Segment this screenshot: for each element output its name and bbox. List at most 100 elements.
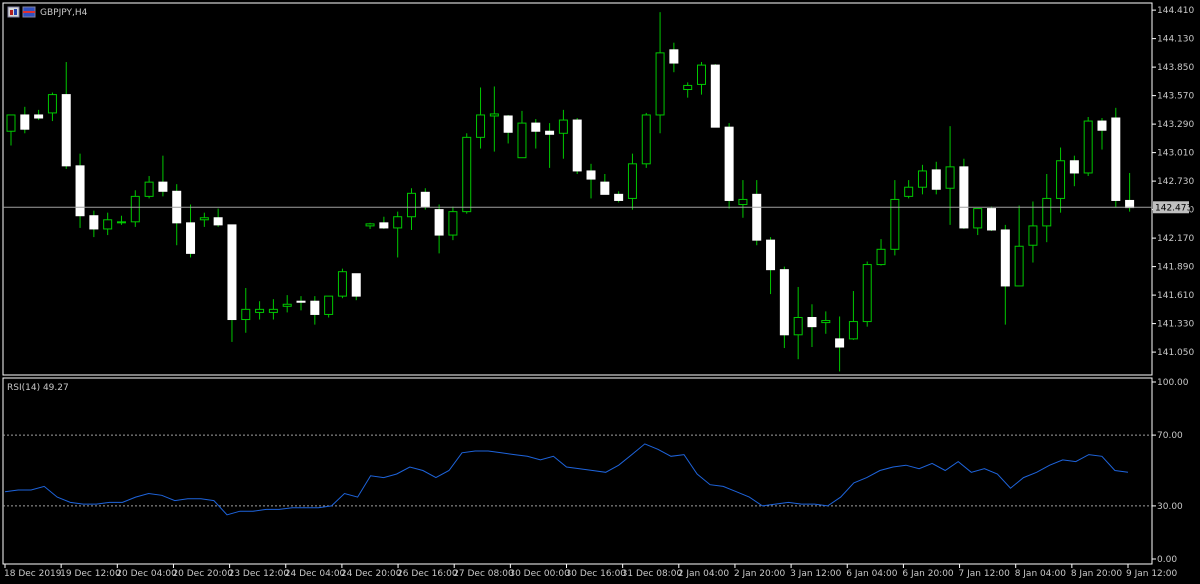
time-tick-label: 6 Jan 04:00 bbox=[846, 569, 898, 579]
candle-body-bull bbox=[738, 198, 748, 206]
candle-body-bull bbox=[489, 113, 499, 117]
candle-body-bull bbox=[517, 122, 527, 159]
candle-body-bull bbox=[393, 216, 403, 229]
candle-body-bear bbox=[1125, 199, 1135, 209]
candle-body-bear bbox=[34, 114, 44, 119]
time-tick-label: 6 Jan 20:00 bbox=[902, 569, 954, 579]
candle-body-bear bbox=[503, 115, 513, 133]
candle-body-bull bbox=[1014, 245, 1024, 287]
price-tick-label: 141.050 bbox=[1157, 348, 1194, 358]
candle-body-bull bbox=[241, 308, 251, 321]
candle-body-bear bbox=[379, 222, 389, 229]
candle-body-bull bbox=[6, 114, 16, 132]
chart-title: GBPJPY,H4 bbox=[40, 8, 88, 18]
price-tick-label: 143.570 bbox=[1157, 92, 1194, 102]
candle-body-bull bbox=[683, 84, 693, 91]
candle-body-bear bbox=[710, 64, 720, 128]
rsi-tick-label: 70.00 bbox=[1157, 431, 1183, 441]
time-tick-label: 24 Dec 04:00 bbox=[285, 569, 346, 579]
candle-body-bear bbox=[227, 224, 237, 321]
candle-body-bear bbox=[310, 300, 320, 315]
time-tick-label: 20 Dec 04:00 bbox=[116, 569, 177, 579]
candle-body-bull bbox=[973, 208, 983, 229]
rsi-title: RSI(14) 49.27 bbox=[7, 383, 69, 393]
candle-body-bear bbox=[61, 94, 71, 167]
candle-body-bull bbox=[116, 221, 126, 224]
price-tick-label: 144.410 bbox=[1157, 6, 1194, 16]
candle-body-bear bbox=[351, 273, 361, 297]
candle-body-bull bbox=[862, 264, 872, 323]
candle-body-bull bbox=[1042, 197, 1052, 227]
candle-body-bear bbox=[531, 122, 541, 132]
candle-body-bear bbox=[600, 181, 610, 195]
candle-body-bull bbox=[1028, 225, 1038, 246]
candle-body-bull bbox=[876, 248, 886, 266]
candle-body-bear bbox=[89, 215, 99, 230]
candle-body-bull bbox=[47, 94, 57, 114]
candle-body-bear bbox=[807, 316, 817, 328]
candle-body-bull bbox=[793, 316, 803, 336]
price-tick-label: 142.170 bbox=[1157, 234, 1194, 244]
flag-icon-stripe bbox=[23, 11, 35, 13]
rsi-tick-label: 100.00 bbox=[1157, 378, 1189, 388]
price-axis: 144.410 144.130 143.850 143.570 143.290 143.0… bbox=[1152, 6, 1194, 358]
candle-body-bull bbox=[848, 321, 858, 340]
candle-body-bull bbox=[641, 114, 651, 165]
candle-body-bull bbox=[324, 295, 334, 315]
time-tick-label: 23 Dec 12:00 bbox=[229, 569, 290, 579]
candle-body-bear bbox=[835, 338, 845, 348]
candle-body-bull bbox=[945, 166, 955, 189]
candle-body-bull bbox=[406, 192, 416, 218]
price-tick-label: 141.610 bbox=[1157, 291, 1194, 301]
rsi-line bbox=[4, 443, 1129, 516]
rsi-tick-label: 30.00 bbox=[1157, 502, 1183, 512]
time-tick-label: 8 Jan 20:00 bbox=[1071, 569, 1123, 579]
rsi-axis: 100.00 70.00 30.00 0.00 bbox=[1152, 378, 1189, 565]
candle-body-bear bbox=[724, 126, 734, 201]
time-tick-label: 9 Jan 12:00 bbox=[1126, 569, 1178, 579]
candle-body-bull bbox=[917, 170, 927, 188]
candle-body-bear bbox=[572, 119, 582, 172]
price-tick-label: 142.730 bbox=[1157, 177, 1194, 187]
candle-body-bull bbox=[130, 195, 140, 223]
candle-body-bull bbox=[282, 303, 292, 307]
time-tick-label: 30 Dec 16:00 bbox=[566, 569, 627, 579]
candle-body-bear bbox=[987, 208, 997, 231]
time-tick-label: 26 Dec 16:00 bbox=[397, 569, 458, 579]
time-tick-label: 3 Jan 12:00 bbox=[790, 569, 842, 579]
candle-body-bull bbox=[904, 186, 914, 197]
candle-body-bear bbox=[186, 222, 196, 254]
candle-body-bull bbox=[103, 219, 113, 230]
chart-type-icon-bar bbox=[10, 10, 13, 15]
candle-body-bear bbox=[213, 217, 223, 226]
time-tick-label: 30 Dec 00:00 bbox=[509, 569, 570, 579]
candle-body-bear bbox=[545, 130, 555, 135]
candle-body-bull bbox=[448, 211, 458, 236]
candle-body-bear bbox=[1000, 229, 1010, 287]
candle-body-bull bbox=[821, 320, 831, 324]
time-tick-label: 20 Dec 20:00 bbox=[172, 569, 233, 579]
candle-body-bull bbox=[655, 52, 665, 116]
candle-body-bear bbox=[766, 239, 776, 271]
candle-body-bear bbox=[959, 166, 969, 229]
candle-body-bull bbox=[365, 223, 375, 227]
candle-body-bull bbox=[476, 114, 486, 138]
rsi-panel-frame bbox=[2, 377, 1153, 565]
candle-body-bear bbox=[669, 49, 679, 64]
candle-body-bull bbox=[1056, 160, 1066, 199]
time-tick-label: 19 Dec 12:00 bbox=[60, 569, 121, 579]
candle-body-bear bbox=[1069, 160, 1079, 174]
price-tick-label: 141.330 bbox=[1157, 320, 1194, 330]
candle-body-bear bbox=[614, 193, 624, 201]
candle-body-bear bbox=[1097, 120, 1107, 131]
time-tick-label: 24 Dec 20:00 bbox=[341, 569, 402, 579]
candle-body-bear bbox=[434, 209, 444, 236]
time-tick-label: 2 Jan 20:00 bbox=[734, 569, 786, 579]
candle-body-bear bbox=[296, 300, 306, 303]
price-tick-label: 143.010 bbox=[1157, 149, 1194, 159]
candle-body-bear bbox=[586, 170, 596, 180]
time-tick-label: 7 Jan 12:00 bbox=[959, 569, 1011, 579]
candle-body-bull bbox=[268, 308, 278, 313]
candle-body-bull bbox=[627, 163, 637, 199]
price-tick-label: 141.890 bbox=[1157, 263, 1194, 273]
